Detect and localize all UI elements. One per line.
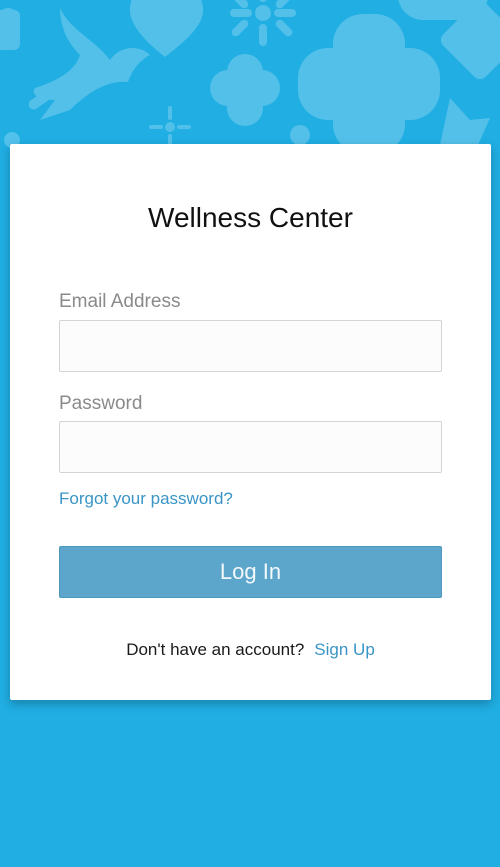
clover-icon <box>210 54 280 126</box>
app-title: Wellness Center <box>148 202 353 233</box>
puzzle-icon <box>0 8 20 50</box>
signup-link[interactable]: Sign Up <box>314 640 374 659</box>
login-button[interactable]: Log In <box>59 546 442 598</box>
email-field[interactable] <box>59 320 442 372</box>
medical-cross-icon <box>298 14 440 154</box>
login-card: Wellness Center Email Address Password F… <box>10 144 491 700</box>
small-flower-icon <box>4 106 191 148</box>
password-field[interactable] <box>59 421 442 473</box>
forgot-password-link[interactable]: Forgot your password? <box>59 489 233 509</box>
password-label: Password <box>59 393 143 414</box>
flower-icon <box>230 0 296 46</box>
heart-icon <box>129 0 204 57</box>
signup-row: Don't have an account? Sign Up <box>10 640 491 660</box>
signup-prompt: Don't have an account? <box>126 640 305 659</box>
email-label: Email Address <box>59 291 181 312</box>
bird-icon <box>28 8 150 120</box>
